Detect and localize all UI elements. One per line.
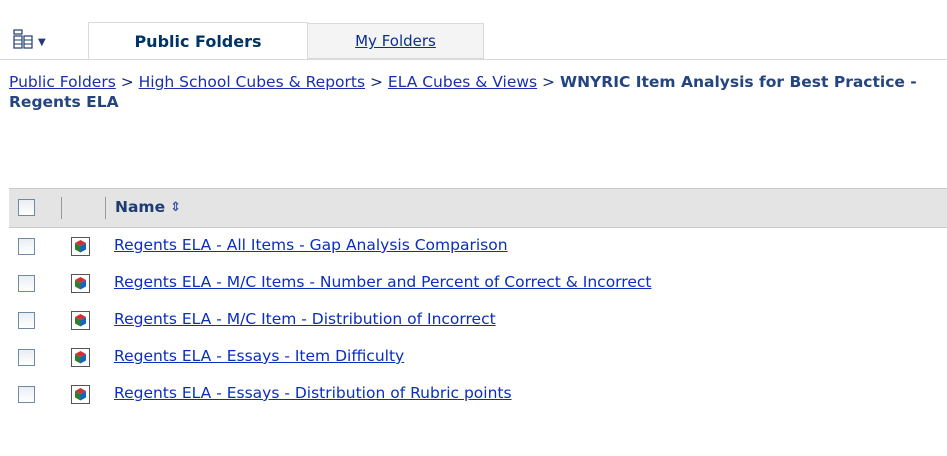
breadcrumb-link-high-school[interactable]: High School Cubes & Reports xyxy=(139,73,365,91)
table-row: Regents ELA - M/C Item - Distribution of… xyxy=(9,302,947,339)
name-column-header[interactable]: Name ⇕ xyxy=(115,198,181,216)
chevron-down-icon[interactable]: ▼ xyxy=(38,37,46,48)
breadcrumb: Public Folders > High School Cubes & Rep… xyxy=(9,72,939,112)
row-checkbox[interactable] xyxy=(18,275,35,292)
row-checkbox[interactable] xyxy=(18,312,35,329)
sort-toggle-icon[interactable]: ⇕ xyxy=(170,200,181,215)
view-menu-button[interactable]: ▼ xyxy=(13,26,75,56)
report-link[interactable]: Regents ELA - M/C Items - Number and Per… xyxy=(114,273,651,291)
breadcrumb-link-public-folders[interactable]: Public Folders xyxy=(9,73,116,91)
tab-label: My Folders xyxy=(355,32,436,50)
page: ▼ Public Folders My Folders Public Folde… xyxy=(0,0,947,456)
report-link[interactable]: Regents ELA - All Items - Gap Analysis C… xyxy=(114,236,508,254)
column-divider xyxy=(61,197,62,219)
select-all-checkbox[interactable] xyxy=(18,199,35,216)
name-header-label: Name xyxy=(115,198,166,216)
table-row: Regents ELA - Essays - Distribution of R… xyxy=(9,376,947,413)
cube-icon xyxy=(71,274,90,293)
tab-my-folders[interactable]: My Folders xyxy=(308,23,484,59)
row-checkbox[interactable] xyxy=(18,238,35,255)
tab-bar: ▼ Public Folders My Folders xyxy=(0,22,947,60)
breadcrumb-link-ela-cubes[interactable]: ELA Cubes & Views xyxy=(388,73,537,91)
report-link[interactable]: Regents ELA - M/C Item - Distribution of… xyxy=(114,310,496,328)
view-toggle-icon[interactable] xyxy=(13,29,35,53)
report-link[interactable]: Regents ELA - Essays - Item Difficulty xyxy=(114,347,404,365)
tab-public-folders[interactable]: Public Folders xyxy=(88,22,308,60)
cube-icon xyxy=(71,237,90,256)
row-checkbox[interactable] xyxy=(18,386,35,403)
report-link[interactable]: Regents ELA - Essays - Distribution of R… xyxy=(114,384,512,402)
table-row: Regents ELA - Essays - Item Difficulty xyxy=(9,339,947,376)
table-header: Name ⇕ xyxy=(9,188,947,228)
table-row: Regents ELA - M/C Items - Number and Per… xyxy=(9,265,947,302)
table-row: Regents ELA - All Items - Gap Analysis C… xyxy=(9,228,947,265)
breadcrumb-separator: > xyxy=(365,73,388,91)
tab-divider xyxy=(0,59,947,60)
cube-icon xyxy=(71,311,90,330)
cube-icon xyxy=(71,385,90,404)
tab-label: Public Folders xyxy=(134,31,262,51)
row-checkbox[interactable] xyxy=(18,349,35,366)
content-table: Name ⇕ Regents ELA - All Items - Gap Ana… xyxy=(9,188,947,413)
column-divider xyxy=(105,197,106,219)
breadcrumb-separator: > xyxy=(537,73,560,91)
breadcrumb-separator: > xyxy=(115,73,139,91)
cube-icon xyxy=(71,348,90,367)
